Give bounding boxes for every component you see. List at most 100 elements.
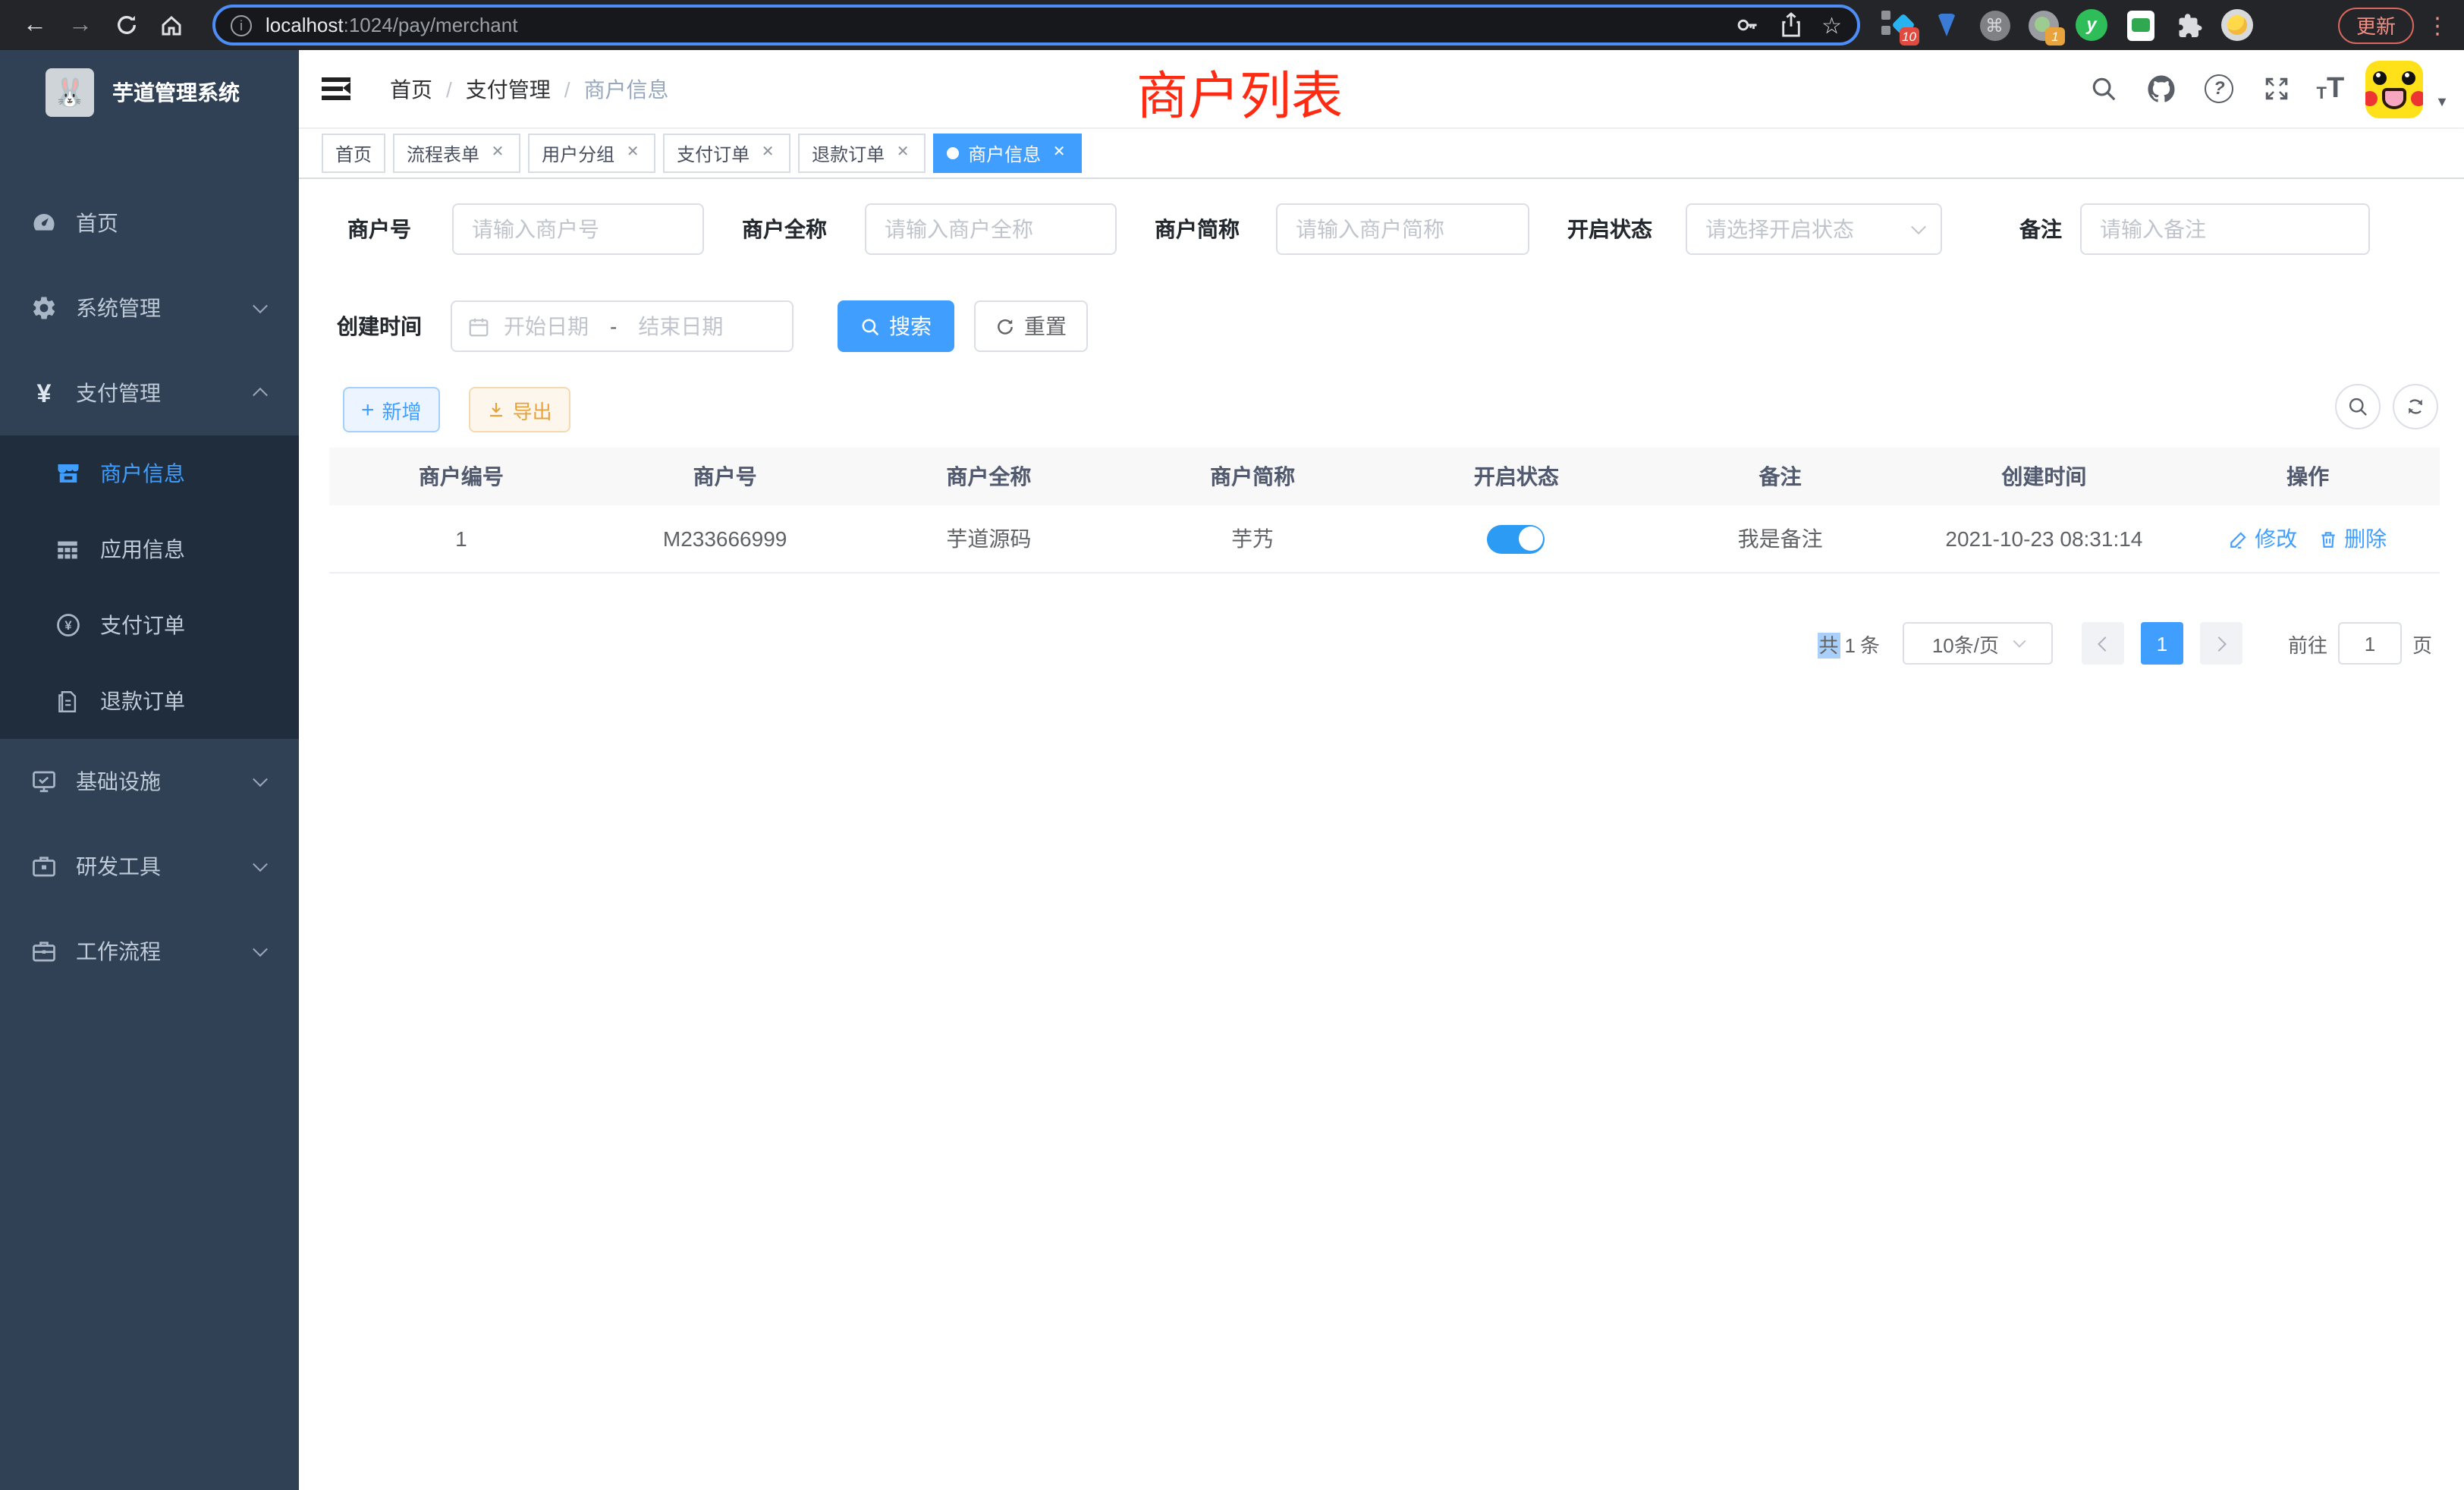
search-icon[interactable] — [2085, 71, 2122, 107]
font-size-icon[interactable]: TT — [2316, 74, 2344, 103]
full-name-input[interactable] — [865, 203, 1117, 255]
pay-order-icon: ¥ — [53, 611, 82, 640]
prev-page-button[interactable] — [2082, 622, 2124, 665]
browser-update-button[interactable]: 更新 — [2338, 7, 2414, 43]
sidebar-item-infra[interactable]: 基础设施 — [0, 739, 299, 824]
chevron-down-icon — [2013, 635, 2026, 648]
status-label: 开启状态 — [1549, 214, 1652, 244]
sidebar-item-workflow[interactable]: 工作流程 — [0, 909, 299, 994]
next-page-button[interactable] — [2200, 622, 2242, 665]
sidebar-item-refund-order[interactable]: 退款订单 — [0, 663, 299, 739]
tab-refund-order[interactable]: 退款订单✕ — [798, 134, 926, 173]
sidebar-item-payment[interactable]: ¥ 支付管理 — [0, 350, 299, 435]
forward-icon[interactable]: → — [58, 5, 103, 45]
date-range-input[interactable]: 开始日期 - 结束日期 — [451, 300, 794, 352]
close-icon[interactable]: ✕ — [1050, 144, 1068, 162]
password-key-icon[interactable] — [1733, 12, 1759, 38]
cell-remark: 我是备注 — [1648, 505, 1912, 574]
extensions-puzzle-icon[interactable] — [2173, 9, 2205, 41]
chevron-down-icon — [1911, 219, 1926, 234]
extension-kite-icon[interactable] — [1930, 9, 1962, 41]
sidebar-item-merchant-info[interactable]: 商户信息 — [0, 435, 299, 511]
search-icon — [860, 316, 880, 336]
breadcrumb-home[interactable]: 首页 — [390, 74, 432, 104]
toolbox-icon — [29, 851, 59, 882]
back-icon[interactable]: ← — [12, 5, 58, 45]
close-icon[interactable]: ✕ — [489, 144, 507, 162]
refresh-button[interactable] — [2393, 384, 2438, 429]
edit-link[interactable]: 修改 — [2229, 523, 2297, 554]
bookmark-star-icon[interactable]: ☆ — [1821, 11, 1842, 39]
address-bar[interactable]: i localhost:1024/pay/merchant ☆ — [212, 5, 1860, 46]
sidebar-item-pay-order[interactable]: ¥ 支付订单 — [0, 587, 299, 663]
tab-process-form[interactable]: 流程表单✕ — [393, 134, 520, 173]
extension-command-icon[interactable]: ⌘ — [1978, 9, 2010, 41]
merchant-no-input[interactable] — [452, 203, 704, 255]
add-button[interactable]: + 新增 — [343, 387, 440, 432]
close-icon[interactable]: ✕ — [624, 144, 642, 162]
tab-user-group[interactable]: 用户分组✕ — [528, 134, 655, 173]
status-select[interactable]: 请选择开启状态 — [1686, 203, 1942, 255]
extension-diamond-icon[interactable]: 10 — [1881, 9, 1913, 41]
monitor-icon — [29, 766, 59, 797]
delete-link[interactable]: 删除 — [2318, 523, 2387, 554]
extension-recorder-icon[interactable]: 1 — [2027, 9, 2059, 41]
profile-avatar-icon[interactable] — [2221, 9, 2253, 41]
grid-icon — [53, 535, 82, 564]
user-avatar[interactable] — [2365, 60, 2423, 118]
fullscreen-icon[interactable] — [2258, 71, 2295, 107]
extension-y-icon[interactable]: y — [2076, 9, 2107, 41]
plus-icon: + — [361, 398, 375, 421]
edit-pencil-icon — [2229, 529, 2249, 549]
end-date-placeholder: 结束日期 — [638, 311, 723, 341]
reload-icon[interactable] — [103, 5, 149, 45]
status-toggle[interactable] — [1488, 524, 1545, 553]
merchant-table: 商户编号 商户号 商户全称 商户简称 开启状态 备注 创建时间 操作 1 M23… — [329, 448, 2440, 574]
home-icon[interactable] — [149, 5, 194, 45]
refresh-icon — [2405, 396, 2426, 417]
breadcrumb: 首页 / 支付管理 / 商户信息 — [390, 74, 669, 104]
sidebar-item-system[interactable]: 系统管理 — [0, 266, 299, 350]
search-button[interactable]: 搜索 — [838, 300, 954, 352]
dashboard-icon — [29, 208, 59, 238]
remark-input[interactable] — [2080, 203, 2370, 255]
github-icon[interactable] — [2143, 71, 2180, 107]
avatar-dropdown-caret-icon[interactable]: ▼ — [2435, 93, 2449, 108]
hide-search-button[interactable] — [2335, 384, 2381, 429]
short-name-input[interactable] — [1276, 203, 1529, 255]
cell-full-name: 芋道源码 — [857, 505, 1121, 574]
page-size-select[interactable]: 10条/页 — [1903, 622, 2053, 665]
extension-strip: 10 ⌘ 1 y — [1881, 9, 2253, 41]
current-page-button[interactable]: 1 — [2141, 622, 2183, 665]
full-name-label: 商户全称 — [724, 214, 827, 244]
browser-menu-icon[interactable]: ⋮ — [2426, 11, 2449, 39]
sidebar-item-dev-tools[interactable]: 研发工具 — [0, 824, 299, 909]
reset-button[interactable]: 重置 — [974, 300, 1088, 352]
tab-pay-order[interactable]: 支付订单✕ — [663, 134, 790, 173]
breadcrumb-payment[interactable]: 支付管理 — [466, 74, 551, 104]
app-logo[interactable]: 🐰 芋道管理系统 — [0, 50, 299, 135]
sidebar-item-app-info[interactable]: 应用信息 — [0, 511, 299, 587]
gear-icon — [29, 293, 59, 323]
tab-merchant-info[interactable]: 商户信息✕ — [933, 134, 1082, 173]
chevron-down-icon — [253, 857, 268, 872]
active-dot — [947, 147, 959, 159]
sidebar-item-home[interactable]: 首页 — [0, 181, 299, 266]
browser-toolbar: ← → i localhost:1024/pay/merchant ☆ — [0, 0, 2464, 50]
short-name-label: 商户简称 — [1136, 214, 1240, 244]
tab-home[interactable]: 首页 — [322, 134, 385, 173]
sidebar-toggle-icon[interactable] — [322, 77, 350, 100]
help-icon[interactable]: ? — [2201, 71, 2237, 107]
close-icon[interactable]: ✕ — [759, 144, 777, 162]
extension-badge-10: 10 — [1899, 27, 1919, 46]
search-icon — [2347, 396, 2368, 417]
goto-label: 前往 — [2288, 629, 2327, 658]
close-icon[interactable]: ✕ — [894, 144, 912, 162]
extension-chat-icon[interactable] — [2124, 9, 2156, 41]
share-icon[interactable] — [1779, 12, 1802, 38]
refresh-icon — [995, 316, 1015, 336]
chevron-left-icon — [2098, 636, 2113, 651]
goto-page-input[interactable] — [2338, 622, 2402, 665]
export-button[interactable]: 导出 — [469, 387, 570, 432]
site-info-icon[interactable]: i — [231, 14, 252, 36]
